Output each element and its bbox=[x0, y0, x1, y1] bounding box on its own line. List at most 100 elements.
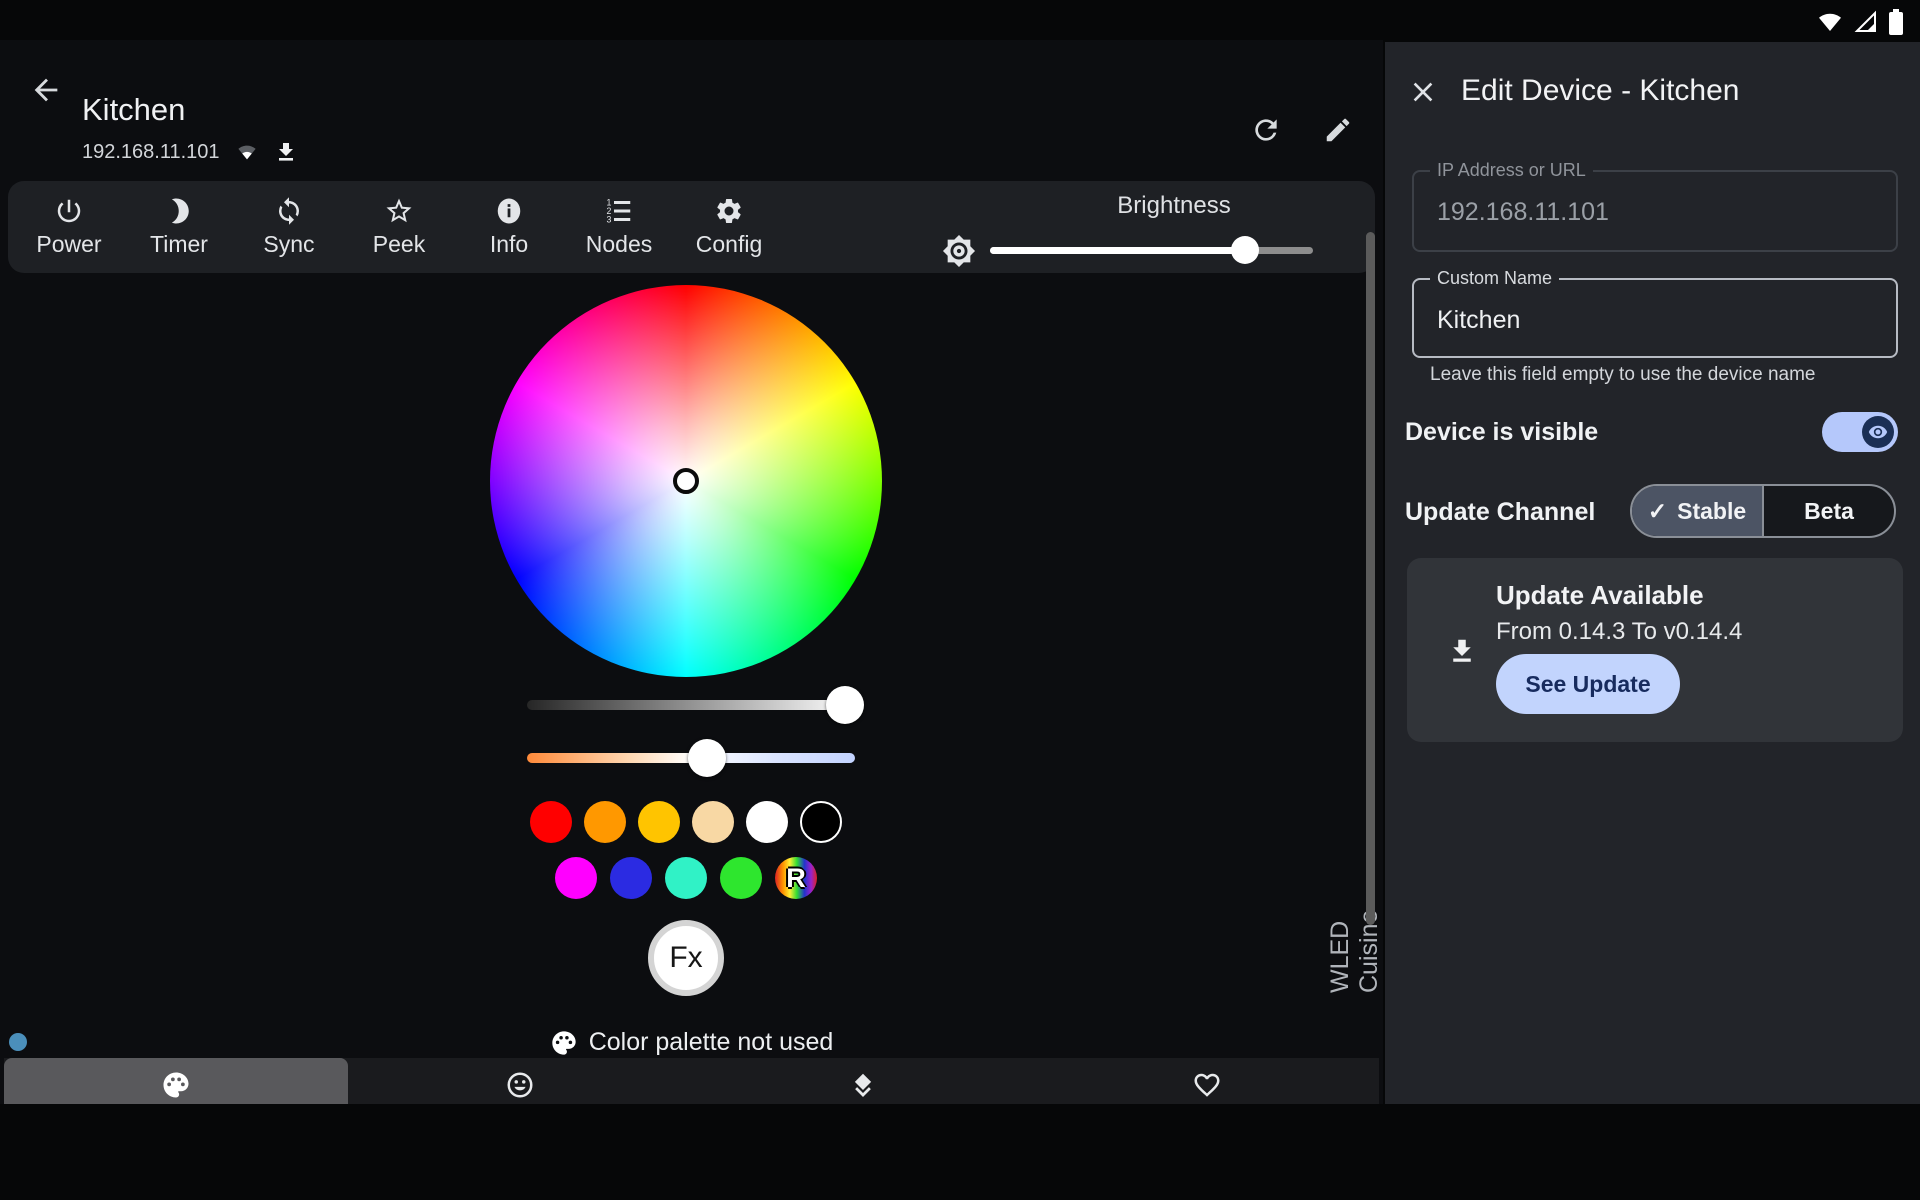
toolbar-label: Peek bbox=[373, 231, 425, 258]
ip-field-label: IP Address or URL bbox=[1430, 160, 1593, 181]
ip-field-value: 192.168.11.101 bbox=[1437, 198, 1609, 227]
custom-name-field[interactable]: Custom Name Kitchen bbox=[1412, 278, 1898, 358]
name-field-value: Kitchen bbox=[1437, 306, 1520, 335]
fx-button[interactable]: Fx bbox=[648, 920, 724, 996]
swatch-warm-white[interactable] bbox=[692, 801, 734, 843]
brightness-slider[interactable] bbox=[990, 236, 1313, 264]
toolbar-label: Sync bbox=[263, 231, 314, 258]
firmware-download-icon bbox=[274, 140, 298, 164]
palette-icon bbox=[550, 1029, 578, 1057]
wifi-strength-icon bbox=[234, 141, 260, 163]
update-channel-label: Update Channel bbox=[1405, 498, 1595, 527]
white-balance-slider-thumb[interactable] bbox=[688, 739, 726, 777]
update-card-subtitle: From 0.14.3 To v0.14.4 bbox=[1496, 618, 1742, 646]
channel-option-beta[interactable]: Beta bbox=[1762, 486, 1894, 536]
wifi-status-icon bbox=[1816, 10, 1844, 34]
info-icon bbox=[494, 196, 524, 226]
swatch-blue[interactable] bbox=[610, 857, 652, 899]
palette-status-text: Color palette not used bbox=[589, 1028, 834, 1057]
scrollbar[interactable] bbox=[1366, 232, 1375, 925]
smiley-icon bbox=[505, 1070, 535, 1100]
name-helper-text: Leave this field empty to use the device… bbox=[1430, 364, 1816, 386]
close-button[interactable] bbox=[1405, 74, 1441, 110]
watermark-text: WLED Cuisine bbox=[1326, 843, 1384, 993]
status-dot bbox=[9, 1033, 27, 1051]
sync-button[interactable]: Sync bbox=[234, 181, 344, 273]
swatch-random-rainbow[interactable]: R bbox=[775, 857, 817, 899]
dock: M bbox=[0, 1104, 1920, 1200]
ip-address-field[interactable]: IP Address or URL 192.168.11.101 bbox=[1412, 170, 1898, 252]
swatch-row-2: R bbox=[555, 857, 817, 899]
toolbar-items: Power Timer Sync Peek Info bbox=[14, 181, 784, 273]
sync-icon bbox=[274, 196, 304, 226]
edit-pencil-button[interactable] bbox=[1318, 110, 1358, 150]
update-card-title: Update Available bbox=[1496, 580, 1704, 611]
config-button[interactable]: Config bbox=[674, 181, 784, 273]
fx-label: Fx bbox=[669, 941, 702, 975]
back-button[interactable] bbox=[26, 70, 66, 110]
segment-label: Beta bbox=[1804, 498, 1854, 525]
toolbar-label: Info bbox=[490, 231, 528, 258]
power-button[interactable]: Power bbox=[14, 181, 124, 273]
download-icon bbox=[1447, 636, 1477, 666]
cellular-signal-icon bbox=[1853, 10, 1879, 34]
name-field-label: Custom Name bbox=[1430, 268, 1559, 289]
device-visible-label: Device is visible bbox=[1405, 418, 1598, 447]
color-wheel-marker[interactable] bbox=[673, 468, 699, 494]
see-update-button[interactable]: See Update bbox=[1496, 654, 1680, 714]
swatch-red[interactable] bbox=[530, 801, 572, 843]
swatch-amber[interactable] bbox=[638, 801, 680, 843]
star-icon bbox=[384, 196, 414, 226]
gear-icon bbox=[714, 196, 744, 226]
battery-icon bbox=[1888, 8, 1904, 36]
close-icon bbox=[1407, 76, 1439, 108]
toolbar-label: Power bbox=[36, 231, 101, 258]
value-slider-track bbox=[527, 700, 855, 710]
toolbar-label: Config bbox=[696, 231, 762, 258]
swatch-magenta[interactable] bbox=[555, 857, 597, 899]
swatch-row-1 bbox=[530, 801, 842, 843]
white-balance-slider[interactable] bbox=[527, 739, 855, 777]
update-card: Update Available From 0.14.3 To v0.14.4 … bbox=[1407, 558, 1903, 742]
channel-option-stable[interactable]: ✓ Stable bbox=[1632, 486, 1762, 536]
brightness-label: Brightness bbox=[1068, 192, 1280, 220]
numbered-list-icon: 123 bbox=[604, 196, 634, 226]
svg-text:3: 3 bbox=[607, 214, 612, 224]
see-update-label: See Update bbox=[1525, 671, 1650, 698]
segment-label: Stable bbox=[1677, 498, 1746, 525]
nodes-button[interactable]: 123 Nodes bbox=[564, 181, 674, 273]
brightness-fill bbox=[990, 247, 1245, 254]
swatch-orange[interactable] bbox=[584, 801, 626, 843]
panel-title: Edit Device - Kitchen bbox=[1461, 74, 1739, 108]
info-button[interactable]: Info bbox=[454, 181, 564, 273]
device-ip-row: 192.168.11.101 bbox=[82, 140, 298, 164]
refresh-button[interactable] bbox=[1246, 110, 1286, 150]
layers-icon bbox=[848, 1070, 878, 1100]
rainbow-label: R bbox=[786, 863, 806, 894]
peek-button[interactable]: Peek bbox=[344, 181, 454, 273]
device-view: Kitchen 192.168.11.101 Power Timer bbox=[0, 40, 1383, 1104]
toggle-thumb bbox=[1862, 416, 1894, 448]
screen: Kitchen 192.168.11.101 Power Timer bbox=[0, 0, 1920, 1200]
brightness-thumb[interactable] bbox=[1231, 236, 1259, 264]
value-slider-thumb[interactable] bbox=[826, 686, 864, 724]
edit-device-panel: Edit Device - Kitchen IP Address or URL … bbox=[1385, 42, 1920, 1106]
moon-icon bbox=[164, 196, 194, 226]
brightness-sun-icon bbox=[942, 234, 976, 268]
swatch-white[interactable] bbox=[746, 801, 788, 843]
palette-status-row: Color palette not used bbox=[0, 1028, 1383, 1057]
device-ip: 192.168.11.101 bbox=[82, 141, 220, 164]
value-slider[interactable] bbox=[527, 686, 855, 724]
swatch-black[interactable] bbox=[800, 801, 842, 843]
swatch-turquoise[interactable] bbox=[665, 857, 707, 899]
heart-icon bbox=[1192, 1070, 1222, 1100]
status-bar bbox=[1816, 8, 1904, 36]
swatch-green[interactable] bbox=[720, 857, 762, 899]
power-icon bbox=[54, 196, 84, 226]
palette-icon bbox=[161, 1070, 191, 1100]
toolbar-label: Nodes bbox=[586, 231, 652, 258]
device-visible-toggle[interactable] bbox=[1822, 412, 1898, 452]
update-channel-segmented: ✓ Stable Beta bbox=[1630, 484, 1896, 538]
device-title: Kitchen bbox=[82, 92, 185, 128]
timer-button[interactable]: Timer bbox=[124, 181, 234, 273]
